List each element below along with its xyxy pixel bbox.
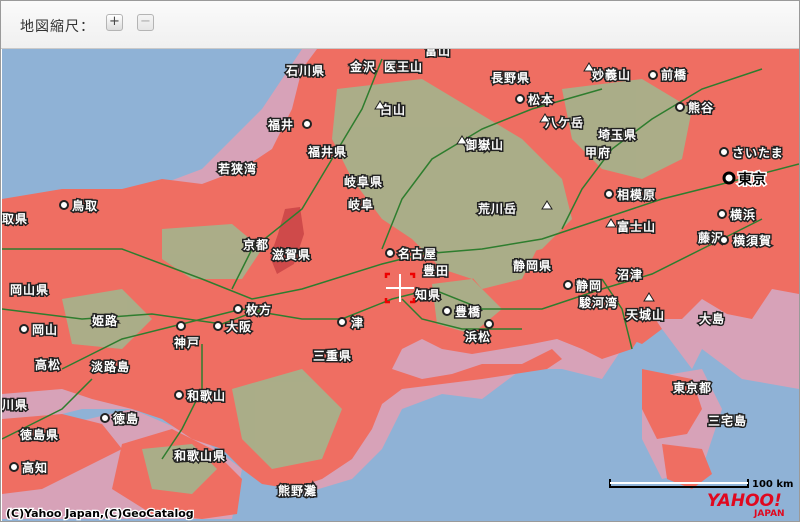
city-marker bbox=[59, 200, 69, 210]
logo-sub-text: JAPAN bbox=[753, 509, 785, 519]
map-label: 静岡 bbox=[576, 278, 602, 293]
map-label: 妙義山 bbox=[592, 67, 631, 82]
city-marker bbox=[100, 413, 110, 423]
map-label: 津 bbox=[351, 315, 364, 330]
city-marker bbox=[442, 306, 452, 316]
city-marker bbox=[233, 304, 243, 314]
map-label: 医王山 bbox=[384, 59, 423, 74]
map-label: 横須賀 bbox=[733, 233, 772, 248]
map-label: 大阪 bbox=[226, 319, 252, 334]
capital-marker bbox=[722, 171, 736, 185]
map-label: 松本 bbox=[528, 92, 554, 107]
map-label: 高松 bbox=[35, 357, 61, 372]
map-canvas[interactable]: 石川県 金沢 医王山 富山 長野県 妙義山 前橋 白山 松本 熊谷 福井 八ケ岳… bbox=[2, 49, 799, 521]
map-label: 富山 bbox=[425, 49, 451, 58]
map-label: 岡山 bbox=[32, 322, 58, 337]
map-label: 石川県 bbox=[285, 64, 325, 78]
map-label: 岐阜 bbox=[348, 197, 374, 212]
map-label: 東京都 bbox=[673, 380, 712, 395]
map-label: 熊谷 bbox=[688, 100, 714, 115]
map-label: 枚方 bbox=[246, 302, 272, 317]
city-marker bbox=[717, 209, 727, 219]
zoom-out-button[interactable]: − bbox=[137, 14, 154, 31]
scale-bar-label: 100 km bbox=[752, 479, 793, 490]
map-label: 高知 bbox=[22, 460, 48, 475]
map-label: 浜松 bbox=[465, 329, 491, 344]
copyright-text: (C)Yahoo Japan,(C)GeoCatalog bbox=[6, 507, 194, 520]
map-label: 静岡県 bbox=[513, 258, 552, 273]
map-label: 豊田 bbox=[423, 263, 449, 278]
map-label: さいたま bbox=[732, 146, 784, 160]
map-label: 甲府 bbox=[585, 145, 611, 160]
city-marker bbox=[19, 324, 29, 334]
map-label: 駿河湾 bbox=[579, 295, 618, 310]
map-toolbar: 地図縮尺： + − bbox=[1, 1, 799, 49]
city-marker bbox=[385, 248, 395, 258]
map-label: 天城山 bbox=[626, 307, 665, 322]
map-label: 福井県 bbox=[307, 144, 347, 159]
map-label: 淡路島 bbox=[91, 359, 130, 374]
map-label: 徳島 bbox=[112, 411, 139, 426]
map-label: 和歌山 bbox=[186, 388, 226, 403]
map-label: 三宅島 bbox=[708, 413, 747, 428]
map-scale-label: 地図縮尺： bbox=[20, 19, 95, 35]
map-label: 川県 bbox=[2, 398, 28, 412]
map-label: 姫路 bbox=[92, 313, 118, 328]
map-label: 大島 bbox=[699, 311, 725, 326]
map-label: 埼玉県 bbox=[598, 127, 637, 142]
map-label: 前橋 bbox=[661, 67, 687, 82]
city-marker bbox=[337, 317, 347, 327]
city-marker bbox=[213, 321, 223, 331]
city-marker bbox=[675, 102, 685, 112]
zoom-in-button[interactable]: + bbox=[106, 14, 123, 31]
map-label: 若狭湾 bbox=[217, 161, 257, 176]
map-label: 三重県 bbox=[313, 348, 352, 363]
city-marker bbox=[648, 70, 658, 80]
map-label: 東京 bbox=[738, 171, 766, 188]
city-marker bbox=[174, 390, 184, 400]
city-marker bbox=[604, 189, 614, 199]
map-label: 神戸 bbox=[174, 335, 200, 350]
map-label: 長野県 bbox=[491, 70, 530, 85]
map-label: 徳島県 bbox=[19, 427, 59, 442]
map-label: 横浜 bbox=[730, 207, 756, 222]
map-label: 御嶽山 bbox=[464, 137, 504, 152]
map-label: 和歌山県 bbox=[173, 448, 226, 463]
map-label: 知県 bbox=[414, 287, 441, 302]
city-marker bbox=[9, 462, 19, 472]
map-label: 沼津 bbox=[617, 267, 643, 282]
map-label: 豊橋 bbox=[455, 304, 481, 319]
city-marker bbox=[484, 319, 494, 329]
map-label: 相模原 bbox=[617, 187, 656, 202]
map-label: 取県 bbox=[2, 212, 28, 226]
city-marker bbox=[563, 280, 573, 290]
map-label: 岡山県 bbox=[10, 282, 49, 297]
city-marker bbox=[719, 147, 729, 157]
city-marker bbox=[302, 119, 312, 129]
city-marker bbox=[515, 94, 525, 104]
map-widget: 地図縮尺： + − 石川県 金沢 医王山 富山 長野県 妙義山 前橋 白山 松本… bbox=[0, 0, 800, 522]
city-marker bbox=[176, 321, 186, 331]
map-label: 荒川岳 bbox=[477, 201, 517, 216]
map-label: 鳥取 bbox=[72, 198, 98, 213]
map-label: 福井 bbox=[267, 117, 294, 132]
map-label: 京都 bbox=[243, 237, 269, 252]
map-label: 名古屋 bbox=[398, 246, 437, 261]
map-label: 岐阜県 bbox=[344, 174, 383, 189]
city-marker bbox=[719, 235, 729, 245]
map-label: 熊野灘 bbox=[278, 483, 317, 498]
map-label: 滋賀県 bbox=[272, 247, 311, 262]
map-label: 富士山 bbox=[617, 219, 656, 234]
map-label: 金沢 bbox=[349, 59, 376, 74]
logo-text: YAHOO! bbox=[707, 491, 782, 511]
